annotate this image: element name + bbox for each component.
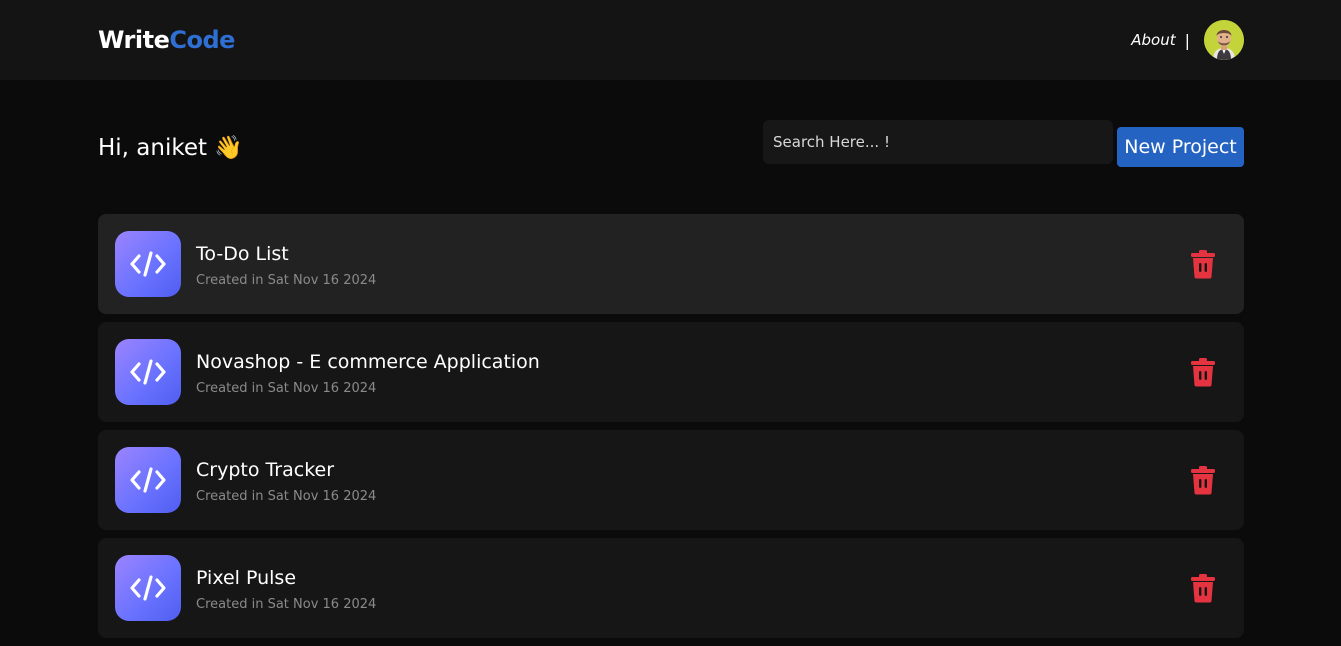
- project-date: Created in Sat Nov 16 2024: [196, 597, 377, 612]
- project-title: Novashop - E commerce Application: [196, 351, 540, 373]
- logo-write: Write: [98, 26, 170, 54]
- project-date: Created in Sat Nov 16 2024: [196, 489, 377, 504]
- trash-icon[interactable]: [1188, 249, 1218, 279]
- greeting: Hi, aniket 👋: [98, 135, 243, 161]
- project-title: Pixel Pulse: [196, 567, 297, 589]
- project-card[interactable]: To-Do List Created in Sat Nov 16 2024: [98, 214, 1244, 314]
- project-card[interactable]: Novashop - E commerce Application Create…: [98, 322, 1244, 422]
- new-project-button[interactable]: New Project: [1117, 127, 1244, 167]
- trash-icon[interactable]: [1188, 465, 1218, 495]
- code-icon: [115, 231, 181, 297]
- project-card[interactable]: Crypto Tracker Created in Sat Nov 16 202…: [98, 430, 1244, 530]
- logo[interactable]: WriteCode: [98, 26, 235, 54]
- code-icon: [115, 555, 181, 621]
- about-link[interactable]: About: [1131, 31, 1175, 49]
- code-icon: [115, 447, 181, 513]
- navbar: WriteCode About |: [0, 0, 1341, 80]
- user-avatar-icon[interactable]: [1204, 20, 1244, 60]
- project-date: Created in Sat Nov 16 2024: [196, 273, 377, 288]
- project-list: To-Do List Created in Sat Nov 16 2024 No…: [98, 214, 1244, 646]
- trash-icon[interactable]: [1188, 357, 1218, 387]
- search-input[interactable]: [763, 120, 1113, 164]
- project-card[interactable]: Pixel Pulse Created in Sat Nov 16 2024: [98, 538, 1244, 638]
- nav-separator: |: [1184, 30, 1190, 50]
- nav-right: About |: [1131, 20, 1244, 60]
- project-title: To-Do List: [196, 243, 289, 265]
- code-icon: [115, 339, 181, 405]
- project-date: Created in Sat Nov 16 2024: [196, 381, 377, 396]
- logo-code: Code: [169, 26, 235, 54]
- trash-icon[interactable]: [1188, 573, 1218, 603]
- project-title: Crypto Tracker: [196, 459, 335, 481]
